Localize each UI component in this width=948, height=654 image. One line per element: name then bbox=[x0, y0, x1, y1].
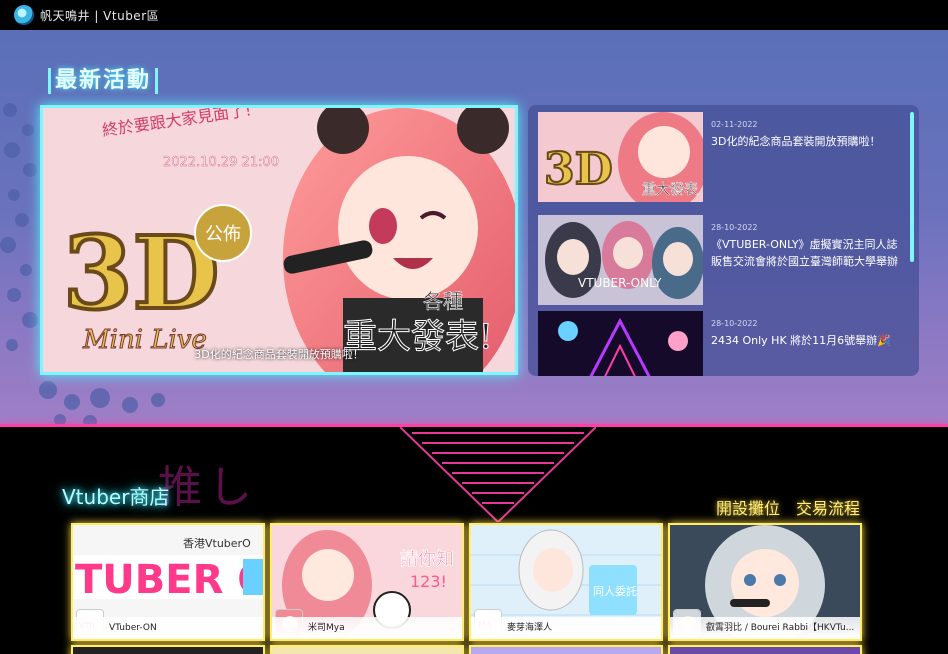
featured-banner-art: 終於要跟大家見面了! 2022.10.29 21:00 3D 公佈 Mini L… bbox=[43, 108, 515, 372]
news-thumbnail: VTUBER-ONLY bbox=[538, 215, 703, 305]
shop-card-name: 米司Mya bbox=[272, 617, 462, 639]
news-title[interactable]: 2434 Only HK 將於11月6號舉辦🎉 bbox=[711, 332, 906, 349]
card-banner-sub: 香港VtuberO bbox=[183, 537, 251, 550]
news-date: 28-10-2022 bbox=[711, 223, 758, 232]
shop-card[interactable]: 叡霄羽比 / Bourei Rabbi【HKVTu... bbox=[668, 523, 862, 641]
neon-triangle-decoration bbox=[400, 427, 596, 522]
featured-banner[interactable]: 終於要跟大家見面了! 2022.10.29 21:00 3D 公佈 Mini L… bbox=[40, 105, 518, 375]
news-item[interactable]: VTUBER-ONLY 28-10-2022 《VTUBER-ONLY》虛擬實況… bbox=[538, 215, 908, 305]
shop-card[interactable]: 同人委託 MA 麥芽海澤人 bbox=[469, 523, 663, 641]
shop-card-name: VTuber-ON bbox=[73, 617, 263, 639]
svg-text:2022.10.29 21:00: 2022.10.29 21:00 bbox=[163, 155, 279, 170]
open-booth-link[interactable]: 開設攤位 bbox=[716, 495, 780, 519]
vtuber-shop-section: 推し Vtuber商店 開設攤位 交易流程 香港VtuberO TUBER O … bbox=[0, 427, 948, 654]
news-scrollbar[interactable] bbox=[910, 112, 914, 262]
svg-text:請你知: 請你知 bbox=[400, 549, 454, 570]
news-thumbnail: 3D 重大發表 bbox=[538, 112, 703, 202]
shop-card[interactable]: 請你知 123! 米司Mya bbox=[270, 523, 464, 641]
shop-card-name: 叡霄羽比 / Bourei Rabbi【HKVTu... bbox=[670, 617, 860, 639]
news-thumbnail: 2434 bbox=[538, 311, 703, 376]
svg-text:123!: 123! bbox=[410, 572, 447, 591]
news-title[interactable]: 3D化的紀念商品套裝開放預購啦！ bbox=[711, 133, 906, 150]
svg-text:同人委託: 同人委託 bbox=[593, 584, 637, 598]
news-item[interactable]: 3D 重大發表 02-11-2022 3D化的紀念商品套裝開放預購啦！ bbox=[538, 112, 908, 202]
shop-card[interactable] bbox=[469, 645, 663, 654]
svg-text:各種: 各種 bbox=[423, 289, 463, 313]
shop-card[interactable] bbox=[71, 645, 265, 654]
svg-text:VTUBER-ONLY: VTUBER-ONLY bbox=[578, 276, 662, 290]
shop-script-decoration: 推し bbox=[158, 462, 258, 513]
news-list: 3D 重大發表 02-11-2022 3D化的紀念商品套裝開放預購啦！ VTUB… bbox=[528, 105, 919, 376]
shop-card[interactable] bbox=[668, 645, 862, 654]
news-date: 28-10-2022 bbox=[711, 319, 758, 328]
svg-text:TUBER O: TUBER O bbox=[75, 557, 263, 603]
brand-name[interactable]: 帆天鳴井 | Vtuber區 bbox=[40, 7, 159, 24]
featured-caption: 3D化的紀念商品套裝開放預購啦！ bbox=[194, 348, 364, 361]
shop-card[interactable]: 香港VtuberO TUBER O VTb VTuber-ON bbox=[71, 523, 265, 641]
news-title[interactable]: 《VTUBER-ONLY》虛擬實況主同人誌販售交流會將於國立臺灣師範大學舉辦 bbox=[711, 236, 906, 270]
news-date: 02-11-2022 bbox=[711, 120, 758, 129]
shop-links: 開設攤位 交易流程 bbox=[716, 495, 860, 519]
shop-card[interactable] bbox=[270, 645, 464, 654]
latest-events-title: 最新活動 bbox=[48, 68, 159, 94]
svg-text:公佈: 公佈 bbox=[205, 224, 241, 245]
trade-process-link[interactable]: 交易流程 bbox=[796, 495, 860, 519]
svg-text:重大發表: 重大發表 bbox=[642, 182, 698, 198]
logo-icon[interactable] bbox=[14, 5, 34, 25]
svg-text:3D: 3D bbox=[544, 144, 613, 195]
latest-events-section: 最新活動 終於要跟大家見面了! 2022.10.29 21:00 3D 公佈 M… bbox=[0, 30, 948, 426]
shop-card-name: 麥芽海澤人 bbox=[471, 617, 661, 639]
shop-title: Vtuber商店 bbox=[62, 485, 170, 509]
news-item[interactable]: 2434 28-10-2022 2434 Only HK 將於11月6號舉辦🎉 bbox=[538, 311, 908, 376]
top-bar: 帆天鳴井 | Vtuber區 bbox=[0, 0, 948, 30]
